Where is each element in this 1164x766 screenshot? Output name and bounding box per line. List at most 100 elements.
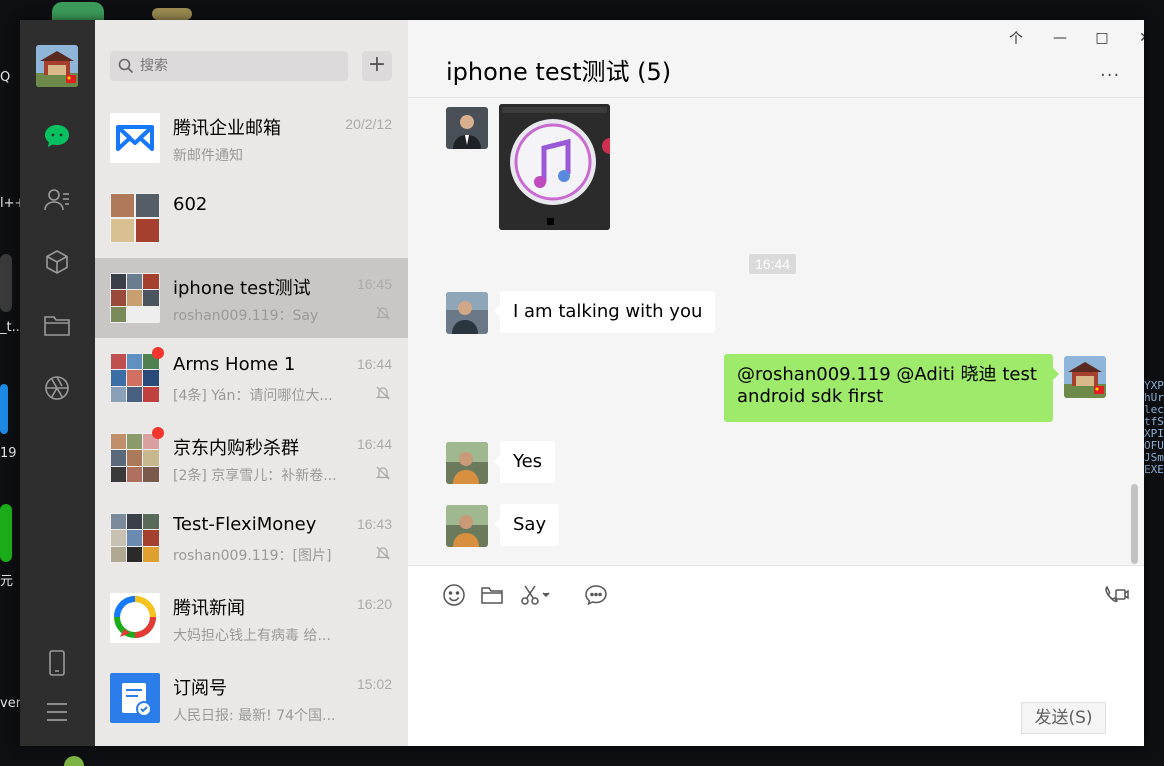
session-preview: roshan009.119：[图片] xyxy=(173,548,332,564)
nav-contacts[interactable] xyxy=(42,185,72,215)
cube-icon xyxy=(46,250,68,274)
unread-dot xyxy=(152,347,164,359)
session-item[interactable]: 腾讯企业邮箱 20/2/12 新邮件通知 xyxy=(95,98,408,178)
desktop-icon-top[interactable] xyxy=(52,2,104,20)
video-call-icon xyxy=(1105,585,1129,603)
message-bubble[interactable]: I am talking with you xyxy=(493,291,716,333)
message-timestamp: 16:44 xyxy=(749,254,797,274)
session-list: 腾讯企业邮箱 20/2/12 新邮件通知 602 iphone test测试 1… xyxy=(95,98,408,738)
desktop-label: 19 xyxy=(0,446,17,461)
session-name: Test-FlexiMoney xyxy=(173,514,317,535)
desktop-label: Q xyxy=(0,70,11,85)
desktop-icon-top-2[interactable] xyxy=(152,8,192,20)
sender-avatar[interactable] xyxy=(446,292,488,334)
pin-button[interactable]: 个 xyxy=(1003,28,1029,48)
my-avatar[interactable] xyxy=(36,45,78,87)
session-time: 15:02 xyxy=(356,676,392,692)
sender-avatar[interactable] xyxy=(446,107,488,149)
itunes-icon xyxy=(499,104,610,230)
phone-icon xyxy=(49,650,65,676)
image-message[interactable] xyxy=(499,104,610,230)
contacts-icon xyxy=(44,189,69,211)
send-button[interactable]: 发送(S) xyxy=(1021,702,1106,734)
session-item[interactable]: Arms Home 1 16:44 [4条] Yán：请问哪位大... xyxy=(95,338,408,418)
session-name: 腾讯企业邮箱 xyxy=(173,118,281,139)
message-bubble-outgoing[interactable]: @roshan009.119 @Aditi 晓迪 test android sd… xyxy=(724,354,1059,422)
session-time: 16:45 xyxy=(356,276,392,292)
mute-bell-icon xyxy=(375,386,391,400)
session-preview: 人民日报: 最新! 74个国... xyxy=(173,708,336,724)
sender-avatar[interactable] xyxy=(446,505,488,547)
video-call-button[interactable] xyxy=(1103,582,1129,608)
add-chat-button[interactable]: + xyxy=(362,51,392,81)
chat-title: iphone test测试 (5) xyxy=(446,58,672,86)
session-item-active[interactable]: iphone test测试 16:45 roshan009.119：Say xyxy=(95,258,408,338)
maximize-button[interactable]: □ xyxy=(1089,28,1115,48)
message-bubble[interactable]: Yes xyxy=(493,441,556,483)
session-time: 16:43 xyxy=(356,516,392,532)
group-avatar xyxy=(110,193,160,243)
android-icon[interactable] xyxy=(64,756,84,766)
scissors-icon xyxy=(521,585,550,605)
nav-files[interactable] xyxy=(42,310,72,340)
message-scrollbar[interactable] xyxy=(1131,484,1138,564)
session-item[interactable]: 京东内购秒杀群 16:44 [2条] 京享雪儿：补新卷... xyxy=(95,418,408,498)
emoji-button[interactable] xyxy=(441,582,467,608)
screenshot-button[interactable] xyxy=(518,582,552,608)
session-name: 602 xyxy=(173,194,208,215)
chat-icon xyxy=(45,125,69,147)
folder-icon xyxy=(44,316,70,336)
folder-icon xyxy=(481,587,503,604)
session-preview: [4条] Yán：请问哪位大... xyxy=(173,388,333,404)
desktop-icon-dark[interactable] xyxy=(0,254,12,312)
subscription-avatar xyxy=(110,673,160,723)
session-name: 订阅号 xyxy=(173,678,227,699)
session-item[interactable]: 腾讯新闻 16:20 大妈担心钱上有病毒 给... xyxy=(95,578,408,658)
group-avatar xyxy=(110,273,160,323)
group-avatar xyxy=(110,513,160,563)
nav-menu[interactable] xyxy=(42,697,72,727)
session-item[interactable]: 订阅号 15:02 人民日报: 最新! 74个国... xyxy=(95,658,408,738)
desktop-label: ver xyxy=(0,696,22,711)
nav-moments[interactable] xyxy=(42,373,72,403)
wechat-window: + 腾讯企业邮箱 20/2/12 新邮件通知 602 xyxy=(20,20,1144,746)
session-item[interactable]: Test-FlexiMoney 16:43 roshan009.119：[图片] xyxy=(95,498,408,578)
desktop-icon-green[interactable] xyxy=(0,504,12,562)
session-time: 16:20 xyxy=(356,596,392,612)
group-avatar xyxy=(110,433,160,483)
session-preview: 新邮件通知 xyxy=(173,148,243,164)
nav-phone[interactable] xyxy=(42,648,72,678)
tencent-news-avatar xyxy=(110,593,160,643)
close-button[interactable]: ✕ xyxy=(1132,28,1144,48)
emoji-icon xyxy=(443,584,465,606)
desktop-right-text: YXPhUrlectfSXPIOFUJSmEXE xyxy=(1144,380,1164,476)
chat-bubble-icon xyxy=(585,585,607,606)
session-preview: [2条] 京享雪儿：补新卷... xyxy=(173,468,337,484)
message-bubble[interactable]: Say xyxy=(493,504,560,546)
mute-bell-icon xyxy=(375,306,391,320)
chat-history-button[interactable] xyxy=(583,582,609,608)
search-icon xyxy=(118,58,134,74)
session-item[interactable]: 602 xyxy=(95,178,408,258)
session-preview: 大妈担心钱上有病毒 给... xyxy=(173,628,331,644)
mute-bell-icon xyxy=(375,546,391,560)
session-list-panel: + 腾讯企业邮箱 20/2/12 新邮件通知 602 xyxy=(95,20,408,746)
my-message-avatar[interactable] xyxy=(1064,356,1106,398)
sender-avatar[interactable] xyxy=(446,442,488,484)
session-name: 京东内购秒杀群 xyxy=(173,438,299,459)
minimize-button[interactable]: — xyxy=(1047,28,1073,48)
nav-mini-programs[interactable] xyxy=(42,247,72,277)
desktop-icon-blue[interactable] xyxy=(0,384,8,434)
session-preview: roshan009.119：Say xyxy=(173,308,319,324)
search-box[interactable] xyxy=(110,51,348,81)
search-input[interactable] xyxy=(140,51,340,81)
chat-header: iphone test测试 (5) 个 — □ ✕ ... xyxy=(408,20,1144,98)
session-time: 20/2/12 xyxy=(345,116,392,132)
desktop-label: 元 xyxy=(0,574,14,589)
nav-chat[interactable] xyxy=(42,121,72,151)
session-time: 16:44 xyxy=(356,436,392,452)
aperture-icon xyxy=(45,376,69,400)
send-file-button[interactable] xyxy=(479,582,505,608)
more-options-button[interactable]: ... xyxy=(1100,60,1120,81)
message-editor[interactable]: 发送(S) xyxy=(408,565,1144,746)
